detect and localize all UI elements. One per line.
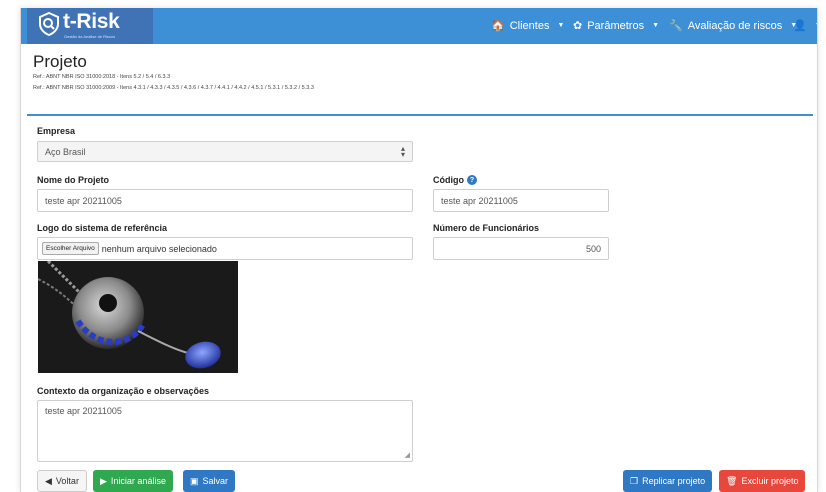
- reference-2018: Ref.: ABNT NBR ISO 31000:2018 - Itens 5.…: [33, 74, 171, 80]
- nav-avaliacao-label: Avaliação de riscos: [687, 19, 783, 32]
- iniciar-analise-button[interactable]: ▶ Iniciar análise: [93, 470, 173, 492]
- funcionarios-value: 500: [585, 243, 601, 254]
- brand-tagline: Gestão da Análise de Riscos: [64, 34, 116, 39]
- contexto-value: teste apr 20211005: [45, 406, 122, 416]
- caret-down-icon: ▼: [815, 22, 817, 29]
- nav-clientes[interactable]: 🏠 Clientes ▼: [491, 19, 565, 33]
- file-status: nenhum arquivo selecionado: [101, 243, 217, 254]
- codigo-label: Código ?: [433, 175, 477, 185]
- reference-2009: Ref.: ABNT NBR ISO 31000:2009 - Itens 4.…: [33, 85, 314, 91]
- logo-file-input[interactable]: Escolher Arquivo nenhum arquivo selecion…: [37, 237, 413, 260]
- salvar-label: Salvar: [202, 476, 229, 486]
- logo-label: Logo do sistema de referência: [37, 223, 168, 233]
- help-icon[interactable]: ?: [467, 175, 477, 185]
- empresa-value: Aço Brasil: [45, 146, 86, 157]
- voltar-button[interactable]: ◀ Voltar: [37, 470, 87, 492]
- nome-projeto-label: Nome do Projeto: [37, 175, 110, 185]
- replicar-label: Replicar projeto: [642, 476, 706, 486]
- iniciar-label: Iniciar análise: [110, 476, 166, 486]
- funcionarios-input[interactable]: 500: [433, 237, 609, 260]
- codigo-value: teste apr 20211005: [441, 195, 518, 206]
- wrench-icon: 🔧: [669, 20, 683, 32]
- excluir-projeto-button[interactable]: 🗑 Excluir projeto: [719, 470, 806, 492]
- excluir-label: Excluir projeto: [741, 476, 799, 486]
- nav-clientes-label: Clientes: [509, 19, 550, 32]
- nav-avaliacao[interactable]: 🔧 Avaliação de riscos ▼: [669, 19, 797, 33]
- contexto-textarea[interactable]: teste apr 20211005 ◢: [37, 400, 413, 462]
- logo-preview-image: [38, 261, 238, 373]
- page-title: Projeto: [33, 52, 87, 71]
- user-icon: 👤: [793, 20, 807, 32]
- caret-down-icon: ▼: [652, 22, 660, 29]
- floppy-disk-icon: ▣: [190, 475, 199, 486]
- contexto-label: Contexto da organização e observações: [37, 386, 210, 396]
- gear-icon: ✿: [573, 20, 583, 32]
- caret-down-icon: ▼: [557, 22, 565, 29]
- jewel-pendant-image: [38, 261, 238, 373]
- nome-projeto-value: teste apr 20211005: [45, 195, 122, 206]
- resize-handle-icon[interactable]: ◢: [405, 451, 410, 459]
- nav-parametros[interactable]: ✿ Parâmetros ▼: [573, 19, 660, 33]
- codigo-input[interactable]: teste apr 20211005: [433, 189, 609, 212]
- empresa-label: Empresa: [37, 126, 76, 136]
- play-circle-icon: ▶: [100, 475, 107, 486]
- salvar-button[interactable]: ▣ Salvar: [183, 470, 236, 492]
- voltar-label: Voltar: [55, 476, 79, 486]
- nav-user[interactable]: 👤 ▼: [793, 19, 817, 32]
- choose-file-button[interactable]: Escolher Arquivo: [42, 242, 99, 255]
- copy-icon: ❐: [630, 475, 639, 486]
- app-window: t-Risk Gestão da Análise de Riscos 🏠 Cli…: [20, 8, 818, 492]
- replicar-projeto-button[interactable]: ❐ Replicar projeto: [623, 470, 713, 492]
- nome-projeto-input[interactable]: teste apr 20211005: [37, 189, 413, 212]
- shield-logo-icon: [39, 12, 59, 36]
- empresa-select[interactable]: Aço Brasil ▴ ▾: [37, 141, 413, 162]
- home-icon: 🏠: [491, 20, 505, 32]
- navbar: t-Risk Gestão da Análise de Riscos 🏠 Cli…: [21, 8, 817, 44]
- trash-icon: 🗑: [726, 475, 738, 486]
- funcionarios-label: Número de Funcionários: [433, 223, 540, 233]
- nav-parametros-label: Parâmetros: [587, 19, 645, 32]
- arrow-left-circle-icon: ◀: [45, 475, 52, 486]
- codigo-label-text: Código: [433, 175, 464, 185]
- brand-name: t-Risk: [63, 10, 120, 33]
- updown-arrows-icon: ▴ ▾: [400, 143, 405, 159]
- brand[interactable]: t-Risk Gestão da Análise de Riscos: [27, 8, 153, 44]
